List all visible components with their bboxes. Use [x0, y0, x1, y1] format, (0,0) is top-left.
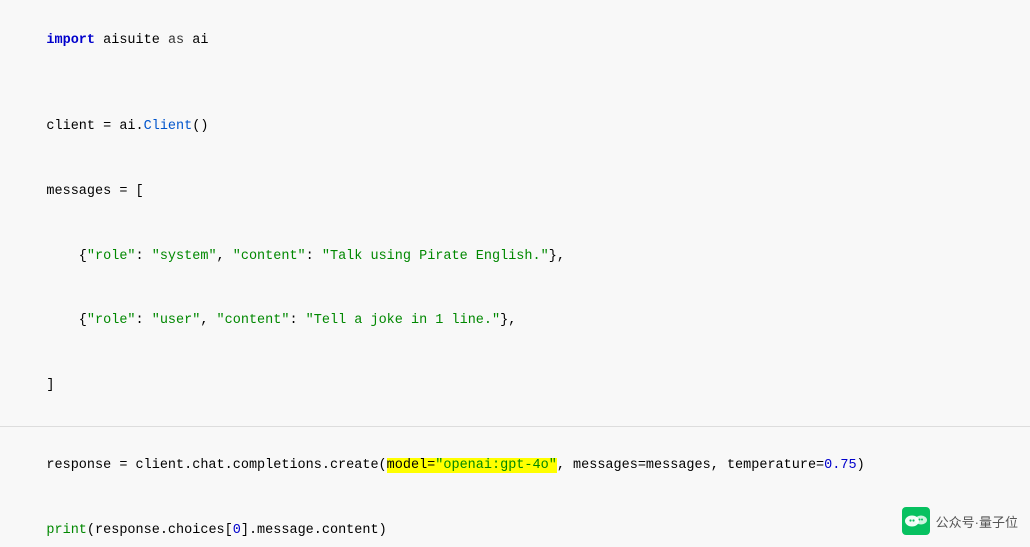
wechat-icon — [902, 507, 930, 535]
watermark-icon — [902, 507, 930, 535]
client-line: client = ai.Client() — [46, 119, 208, 134]
code-block-1: import aisuite as ai client = ai.Client(… — [0, 0, 1030, 427]
import-keyword: import — [46, 33, 95, 48]
page-container: import aisuite as ai client = ai.Client(… — [0, 0, 1030, 547]
messages-line: messages = [ — [46, 184, 143, 199]
as-keyword: as — [168, 33, 184, 48]
code-block-2: response = client.chat.completions.creat… — [0, 427, 1030, 547]
watermark: 公众号·量子位 — [902, 507, 1018, 535]
watermark-text: 公众号·量子位 — [936, 512, 1018, 531]
